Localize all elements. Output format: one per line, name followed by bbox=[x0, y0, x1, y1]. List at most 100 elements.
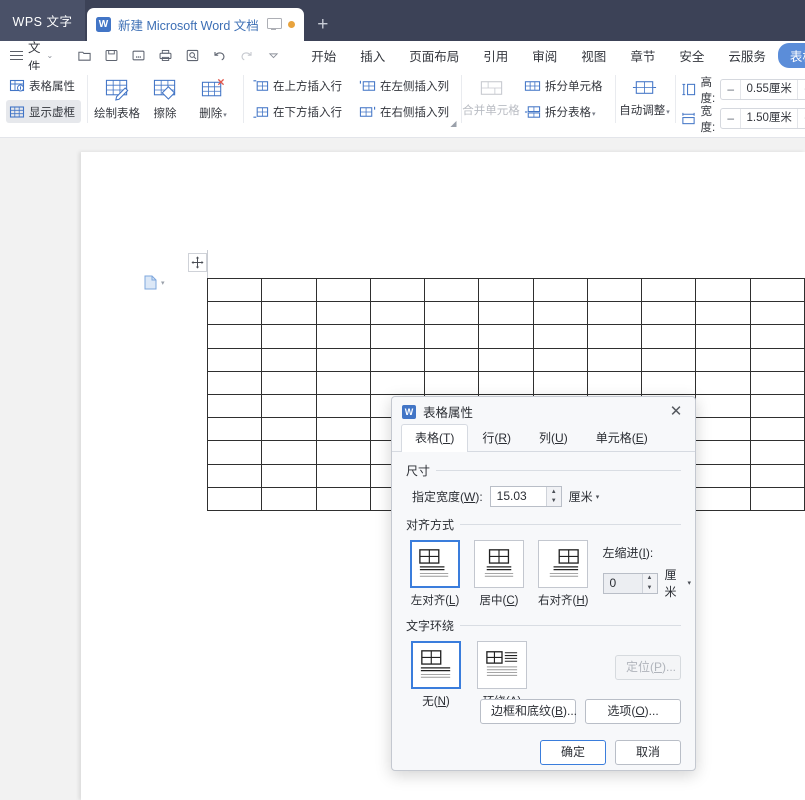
table-cell[interactable] bbox=[424, 277, 480, 303]
table-cell[interactable] bbox=[749, 486, 805, 511]
table-cell[interactable] bbox=[641, 370, 697, 395]
table-cell[interactable] bbox=[749, 370, 805, 395]
tab-review[interactable]: 审阅 bbox=[520, 43, 569, 68]
table-row[interactable] bbox=[206, 347, 805, 372]
auto-fit-button[interactable]: 自动调整▾ bbox=[619, 74, 670, 130]
spin-down-icon[interactable]: ▼ bbox=[547, 497, 561, 507]
table-cell[interactable] bbox=[586, 370, 643, 395]
table-cell[interactable] bbox=[261, 370, 317, 395]
chevron-down-icon[interactable]: ▾ bbox=[161, 279, 165, 287]
table-cell[interactable] bbox=[206, 277, 263, 303]
table-cell[interactable] bbox=[586, 301, 643, 326]
insert-row-above-button[interactable]: 在上方插入行 bbox=[249, 74, 348, 97]
table-cell[interactable] bbox=[532, 324, 588, 349]
table-cell[interactable] bbox=[641, 277, 697, 303]
row-height-increase-button[interactable]: + bbox=[798, 80, 805, 99]
monitor-icon[interactable] bbox=[266, 18, 282, 31]
show-gridlines-button[interactable]: 显示虚框 bbox=[6, 100, 81, 123]
table-cell[interactable] bbox=[206, 463, 263, 488]
table-cell[interactable] bbox=[424, 347, 480, 372]
tab-insert[interactable]: 插入 bbox=[348, 43, 397, 68]
table-cell[interactable] bbox=[369, 277, 426, 303]
width-unit-select[interactable]: 厘米 ▾ bbox=[569, 488, 600, 505]
undo-icon[interactable] bbox=[207, 44, 231, 68]
table-cell[interactable] bbox=[586, 324, 643, 349]
tab-cloud-service[interactable]: 云服务 bbox=[716, 43, 778, 68]
table-cell[interactable] bbox=[749, 277, 805, 303]
col-width-value[interactable]: 1.50厘米 bbox=[740, 109, 799, 128]
align-center-option[interactable]: 居中(C) bbox=[474, 540, 524, 608]
insert-col-right-button[interactable]: 在右侧插入列 bbox=[356, 100, 455, 123]
tab-section[interactable]: 章节 bbox=[618, 43, 667, 68]
left-indent-input[interactable]: 0 bbox=[604, 574, 642, 593]
table-cell[interactable] bbox=[206, 393, 263, 419]
col-width-decrease-button[interactable]: – bbox=[721, 109, 740, 128]
table-row[interactable] bbox=[206, 277, 805, 303]
table-row[interactable] bbox=[206, 324, 805, 349]
tab-view[interactable]: 视图 bbox=[569, 43, 618, 68]
table-cell[interactable] bbox=[315, 440, 371, 465]
eraser-button[interactable]: 擦除 bbox=[141, 74, 189, 130]
table-cell[interactable] bbox=[641, 324, 697, 349]
table-cell[interactable] bbox=[478, 324, 534, 349]
table-cell[interactable] bbox=[315, 417, 371, 442]
table-cell[interactable] bbox=[315, 347, 371, 372]
table-cell[interactable] bbox=[478, 301, 534, 326]
table-cell[interactable] bbox=[478, 277, 534, 303]
print-icon[interactable] bbox=[153, 44, 177, 68]
table-cell[interactable] bbox=[695, 301, 751, 326]
table-cell[interactable] bbox=[315, 463, 371, 488]
table-cell[interactable] bbox=[261, 463, 317, 488]
table-cell[interactable] bbox=[695, 370, 751, 395]
table-cell[interactable] bbox=[424, 370, 480, 395]
indent-unit-select[interactable]: 厘米 ▾ bbox=[665, 566, 692, 600]
table-cell[interactable] bbox=[695, 440, 751, 465]
table-cell[interactable] bbox=[695, 417, 751, 442]
file-menu-button[interactable]: 文件 ⌄ bbox=[0, 41, 60, 74]
table-cell[interactable] bbox=[695, 347, 751, 372]
table-cell[interactable] bbox=[206, 486, 263, 511]
preferred-width-spinner[interactable]: 15.03 ▲ ▼ bbox=[489, 486, 562, 507]
table-row[interactable] bbox=[206, 370, 805, 395]
table-cell[interactable] bbox=[641, 301, 697, 326]
table-cell[interactable] bbox=[261, 347, 317, 372]
table-properties-button[interactable]: 表格属性 bbox=[6, 74, 81, 97]
col-width-stepper[interactable]: – 1.50厘米 + bbox=[720, 108, 805, 129]
table-cell[interactable] bbox=[695, 324, 751, 349]
options-button[interactable]: 选项(O)... bbox=[585, 699, 681, 724]
dialog-tab-column[interactable]: 列(U) bbox=[525, 424, 582, 451]
dialog-tab-cell[interactable]: 单元格(E) bbox=[582, 424, 662, 451]
print-preview-icon[interactable] bbox=[180, 44, 204, 68]
preferred-width-input[interactable]: 15.03 bbox=[491, 487, 546, 506]
delete-button[interactable]: 删除▾ bbox=[189, 74, 237, 130]
dialog-tab-table[interactable]: 表格(T) bbox=[401, 424, 469, 452]
align-left-box[interactable] bbox=[410, 540, 460, 588]
table-cell[interactable] bbox=[261, 393, 317, 419]
table-cell[interactable] bbox=[206, 440, 263, 465]
table-cell[interactable] bbox=[478, 347, 534, 372]
table-cell[interactable] bbox=[315, 486, 371, 511]
paste-options-control[interactable]: ▾ bbox=[144, 275, 165, 290]
table-cell[interactable] bbox=[369, 324, 426, 349]
table-cell[interactable] bbox=[695, 486, 751, 511]
align-center-box[interactable] bbox=[474, 540, 524, 588]
table-cell[interactable] bbox=[749, 463, 805, 488]
table-cell[interactable] bbox=[369, 301, 426, 326]
merge-cells-button[interactable]: 合并单元格 bbox=[462, 74, 520, 130]
table-cell[interactable] bbox=[369, 370, 426, 395]
align-right-option[interactable]: 右对齐(H) bbox=[538, 540, 589, 608]
wrap-none-box[interactable] bbox=[411, 641, 461, 689]
table-cell[interactable] bbox=[478, 370, 534, 395]
close-icon[interactable]: ✕ bbox=[665, 401, 687, 423]
tab-table-tools[interactable]: 表格工具 bbox=[777, 43, 805, 68]
table-cell[interactable] bbox=[424, 301, 480, 326]
table-cell[interactable] bbox=[261, 277, 317, 303]
table-cell[interactable] bbox=[695, 277, 751, 303]
table-cell[interactable] bbox=[586, 347, 643, 372]
left-indent-spinner[interactable]: 0 ▲ ▼ bbox=[602, 572, 658, 594]
position-button[interactable]: 定位(P)... bbox=[615, 655, 681, 680]
table-cell[interactable] bbox=[749, 417, 805, 442]
row-height-value[interactable]: 0.55厘米 bbox=[740, 80, 799, 99]
table-cell[interactable] bbox=[315, 324, 371, 349]
tab-references[interactable]: 引用 bbox=[471, 43, 520, 68]
